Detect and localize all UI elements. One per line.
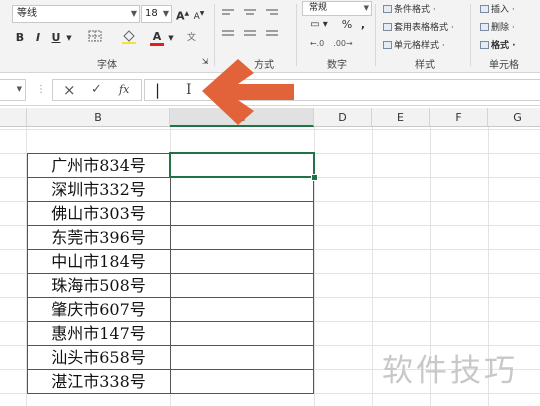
cell-b-address[interactable]: 肇庆市607号 xyxy=(27,298,170,322)
group-label-cells: 单元格 xyxy=(489,60,519,71)
font-name-combo[interactable]: 等线 ▼ xyxy=(12,5,140,23)
font-name-value: 等线 xyxy=(17,8,37,19)
group-label-font: 字体 xyxy=(97,60,117,71)
chevron-down-icon[interactable]: ▼ xyxy=(166,30,176,46)
cell-b-address[interactable]: 中山市184号 xyxy=(27,250,170,274)
fill-handle[interactable] xyxy=(311,174,318,181)
chevron-down-icon[interactable]: ▼ xyxy=(64,30,74,46)
ibeam-cursor-icon: I xyxy=(186,82,192,98)
decrease-decimal-button[interactable]: .00→ xyxy=(332,36,354,52)
column-header-g[interactable]: G xyxy=(488,108,540,127)
font-color-button[interactable]: A xyxy=(150,29,164,46)
cell-b-address[interactable]: 珠海市508号 xyxy=(27,274,170,298)
cell-b-address[interactable]: 佛山市303号 xyxy=(27,202,170,226)
phonetic-icon[interactable]: 文 xyxy=(185,30,201,46)
svg-text:文: 文 xyxy=(187,31,196,42)
cell-b-address[interactable]: 深圳市332号 xyxy=(27,178,170,202)
format-as-table-button[interactable]: 套用表格格式 · xyxy=(383,20,454,33)
column-header-e[interactable]: E xyxy=(372,108,430,127)
cell-styles-button[interactable]: 单元格样式 · xyxy=(383,38,445,51)
cell-styles-icon xyxy=(383,41,392,49)
italic-button[interactable]: I xyxy=(32,30,44,46)
group-divider xyxy=(375,4,376,66)
font-color-swatch xyxy=(150,43,164,46)
font-size-value: 18 xyxy=(145,8,158,19)
group-label-number: 数字 xyxy=(327,60,347,71)
cell-b-address[interactable]: 东莞市396号 xyxy=(27,226,170,250)
bold-button[interactable]: B xyxy=(14,30,26,46)
format-icon xyxy=(480,41,489,49)
text-cursor: | xyxy=(155,81,161,99)
insert-function-icon[interactable]: fx xyxy=(119,83,129,96)
underline-button[interactable]: U xyxy=(50,30,62,46)
comma-button[interactable]: , xyxy=(358,17,368,33)
fill-color-icon[interactable] xyxy=(120,30,138,46)
cell-b-address[interactable]: 惠州市147号 xyxy=(27,322,170,346)
drag-handle-icon[interactable]: ⋮ xyxy=(36,84,46,95)
delete-button[interactable]: 删除 · xyxy=(480,20,515,33)
format-button[interactable]: 格式 · xyxy=(480,38,516,51)
chevron-down-icon: ▼ xyxy=(363,4,369,12)
active-cell[interactable] xyxy=(169,152,315,178)
formula-buttons: × ✓ fx xyxy=(52,79,142,101)
conditional-format-button[interactable]: 条件格式 · xyxy=(383,2,436,15)
number-format-combo[interactable]: 常规 ▼ xyxy=(302,1,372,16)
cell-b-address[interactable]: 汕头市658号 xyxy=(27,346,170,370)
shrink-font-button[interactable]: A▼ xyxy=(193,6,205,22)
column-header-b[interactable]: B xyxy=(27,108,170,127)
chevron-down-icon: ▼ xyxy=(130,9,137,18)
delete-icon xyxy=(480,23,489,31)
select-all-corner[interactable] xyxy=(0,108,27,127)
chevron-down-icon: ▼ xyxy=(162,9,169,18)
enter-icon[interactable]: ✓ xyxy=(91,82,102,97)
cell-b-address[interactable]: 湛江市338号 xyxy=(27,370,170,394)
font-size-combo[interactable]: 18 ▼ xyxy=(141,5,172,23)
increase-decimal-button[interactable]: ←.0 xyxy=(306,36,328,52)
percent-button[interactable]: % xyxy=(340,17,354,33)
gridline xyxy=(0,129,540,130)
align-lines-icon[interactable] xyxy=(220,7,286,51)
grow-font-button[interactable]: A▲ xyxy=(176,6,189,23)
cancel-icon[interactable]: × xyxy=(63,81,76,99)
border-icon[interactable] xyxy=(86,30,104,46)
column-header-f[interactable]: F xyxy=(430,108,488,127)
watermark: 软件技巧 xyxy=(382,353,518,389)
column-header-d[interactable]: D xyxy=(314,108,372,127)
conditional-format-icon xyxy=(383,5,392,13)
insert-button[interactable]: 插入 · xyxy=(480,2,515,15)
table-icon xyxy=(383,23,392,31)
cell-b-address[interactable]: 广州市834号 xyxy=(27,154,170,178)
gridline xyxy=(372,127,373,406)
insert-icon xyxy=(480,5,489,13)
arrow-left-icon xyxy=(202,59,294,125)
currency-button[interactable]: ▭ ▾ xyxy=(304,17,334,33)
chevron-down-icon: ▼ xyxy=(16,85,22,93)
group-divider xyxy=(470,4,471,66)
group-label-styles: 样式 xyxy=(415,60,435,71)
name-box[interactable]: ▼ xyxy=(0,79,26,101)
